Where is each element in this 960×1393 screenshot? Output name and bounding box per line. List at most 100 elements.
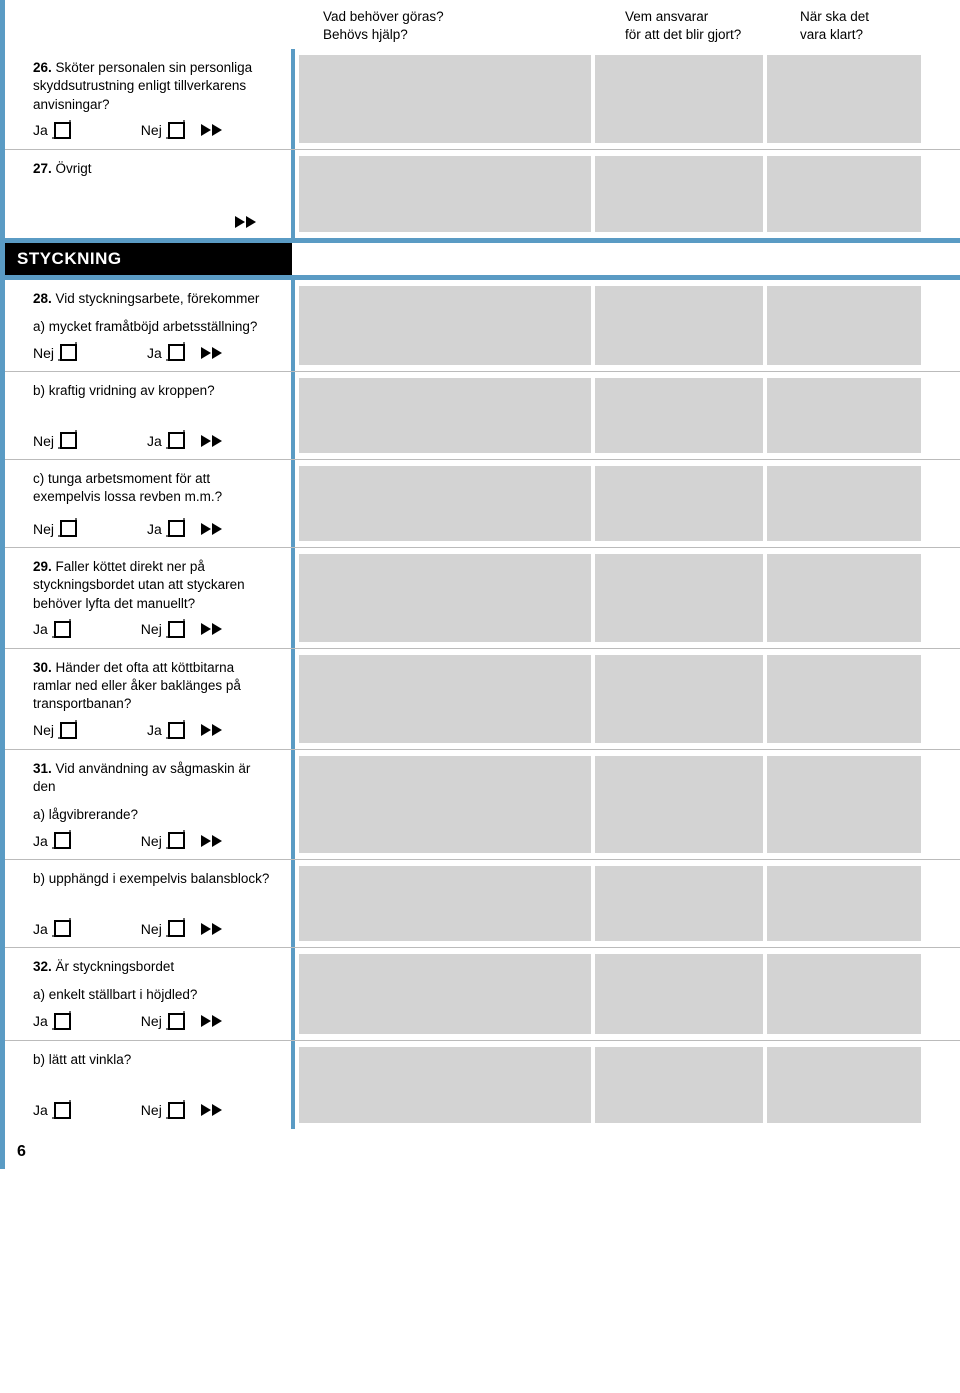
- input-what[interactable]: [299, 466, 591, 541]
- input-what[interactable]: [299, 866, 591, 941]
- input-when[interactable]: [767, 554, 921, 642]
- checkbox-nej[interactable]: [168, 920, 185, 937]
- answer-row: Nej Ja: [33, 520, 273, 537]
- input-what[interactable]: [299, 954, 591, 1033]
- input-what[interactable]: [299, 378, 591, 453]
- input-when[interactable]: [767, 866, 921, 941]
- input-who[interactable]: [595, 466, 763, 541]
- checkbox-nej[interactable]: [60, 344, 77, 361]
- input-boxes: [295, 460, 960, 547]
- question-number: 28.: [33, 291, 52, 306]
- arrow-icon: [201, 523, 223, 535]
- answer-row: Nej Ja: [33, 432, 273, 449]
- input-who[interactable]: [595, 554, 763, 642]
- input-who[interactable]: [595, 55, 763, 143]
- input-who[interactable]: [595, 156, 763, 232]
- question-28b: b) kraftig vridning av kroppen? Nej Ja: [5, 372, 960, 460]
- checkbox-nej[interactable]: [60, 722, 77, 739]
- sub-question: b) upphängd i exempelvis balansblock?: [33, 870, 273, 888]
- answer-label: Ja: [33, 833, 48, 849]
- input-who[interactable]: [595, 1047, 763, 1123]
- question-text: 27. Övrigt: [33, 160, 273, 178]
- question-number: 27.: [33, 161, 52, 176]
- input-when[interactable]: [767, 1047, 921, 1123]
- checkbox-ja[interactable]: [54, 1102, 71, 1119]
- header-text: Vem ansvarar: [625, 9, 708, 24]
- input-who[interactable]: [595, 866, 763, 941]
- arrow-icon: [201, 923, 223, 935]
- answer-row: Nej Ja: [33, 344, 273, 361]
- answer-ja: Ja: [33, 1102, 71, 1119]
- answer-ja: Ja: [33, 832, 71, 849]
- answer-ja: Ja: [33, 920, 71, 937]
- checkbox-nej[interactable]: [60, 432, 77, 449]
- input-when[interactable]: [767, 55, 921, 143]
- checkbox-ja[interactable]: [54, 920, 71, 937]
- input-when[interactable]: [767, 466, 921, 541]
- question-text: 32. Är styckningsbordet a) enkelt ställb…: [33, 958, 273, 1004]
- question-text: 30. Händer det ofta att köttbitarna raml…: [33, 659, 273, 714]
- answer-ja: Ja: [147, 520, 223, 537]
- page-number: 6: [17, 1143, 26, 1161]
- answer-row: Ja Nej: [33, 832, 273, 849]
- input-when[interactable]: [767, 156, 921, 232]
- checkbox-nej[interactable]: [168, 621, 185, 638]
- question-29: 29. Faller köttet direkt ner på stycknin…: [5, 548, 960, 649]
- input-who[interactable]: [595, 655, 763, 743]
- answer-label: Ja: [147, 345, 162, 361]
- input-boxes: [295, 548, 960, 648]
- input-when[interactable]: [767, 378, 921, 453]
- answer-nej: Nej: [141, 1013, 223, 1030]
- checkbox-ja[interactable]: [168, 432, 185, 449]
- checkbox-nej[interactable]: [168, 1013, 185, 1030]
- question-27: 27. Övrigt: [5, 150, 960, 238]
- checkbox-ja[interactable]: [168, 722, 185, 739]
- checkbox-ja[interactable]: [54, 1013, 71, 1030]
- checkbox-nej[interactable]: [168, 122, 185, 139]
- answer-ja: Ja: [33, 1013, 71, 1030]
- checkbox-ja[interactable]: [168, 344, 185, 361]
- input-what[interactable]: [299, 286, 591, 365]
- answer-nej: Nej: [33, 432, 77, 449]
- answer-label: Nej: [141, 833, 162, 849]
- question-body: Sköter personalen sin personliga skyddsu…: [33, 60, 252, 111]
- input-when[interactable]: [767, 954, 921, 1033]
- checkbox-ja[interactable]: [168, 520, 185, 537]
- question-text-col: 26. Sköter personalen sin personliga sky…: [5, 49, 295, 149]
- input-when[interactable]: [767, 655, 921, 743]
- answer-nej: Nej: [33, 520, 77, 537]
- header-col-3: När ska det vara klart?: [772, 8, 932, 43]
- input-what[interactable]: [299, 1047, 591, 1123]
- input-who[interactable]: [595, 954, 763, 1033]
- checkbox-ja[interactable]: [54, 621, 71, 638]
- question-number: 30.: [33, 660, 52, 675]
- answer-label: Ja: [147, 433, 162, 449]
- checkbox-ja[interactable]: [54, 122, 71, 139]
- input-what[interactable]: [299, 55, 591, 143]
- input-when[interactable]: [767, 756, 921, 854]
- question-number: 32.: [33, 959, 52, 974]
- input-who[interactable]: [595, 378, 763, 453]
- input-what[interactable]: [299, 655, 591, 743]
- question-body: Händer det ofta att köttbitarna ramlar n…: [33, 660, 241, 711]
- input-who[interactable]: [595, 756, 763, 854]
- input-boxes: [295, 948, 960, 1039]
- answer-label: Ja: [33, 621, 48, 637]
- header-text: Behövs hjälp?: [323, 27, 408, 42]
- input-what[interactable]: [299, 156, 591, 232]
- answer-nej: Nej: [141, 122, 223, 139]
- input-who[interactable]: [595, 286, 763, 365]
- section-right-border: [292, 238, 960, 280]
- input-what[interactable]: [299, 554, 591, 642]
- answer-label: Nej: [141, 1013, 162, 1029]
- answer-nej: Nej: [33, 344, 77, 361]
- checkbox-nej[interactable]: [60, 520, 77, 537]
- checkbox-ja[interactable]: [54, 832, 71, 849]
- question-31a: 31. Vid användning av sågmaskin är den a…: [5, 750, 960, 861]
- checkbox-nej[interactable]: [168, 1102, 185, 1119]
- answer-label: Nej: [33, 345, 54, 361]
- checkbox-nej[interactable]: [168, 832, 185, 849]
- input-when[interactable]: [767, 286, 921, 365]
- input-what[interactable]: [299, 756, 591, 854]
- answer-row: Ja Nej: [33, 1102, 273, 1119]
